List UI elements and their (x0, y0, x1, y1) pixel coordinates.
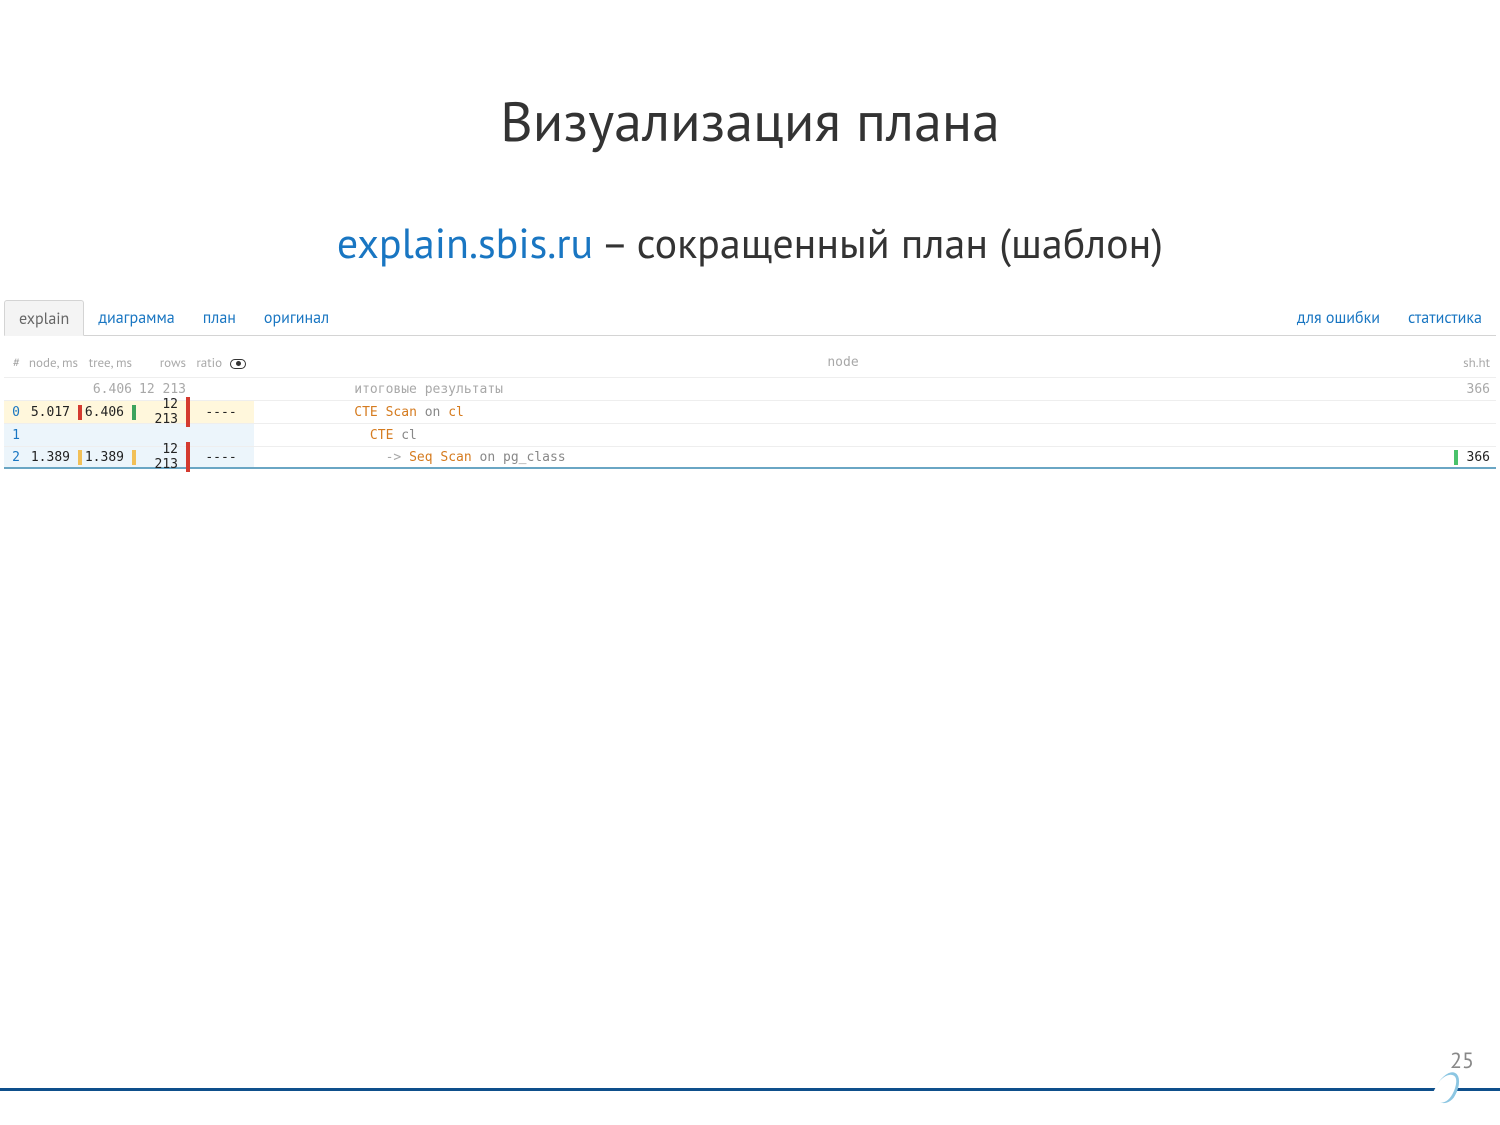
subtitle-link[interactable]: explain.sbis.ru (337, 215, 593, 270)
eye-icon[interactable] (230, 359, 246, 369)
th-node-ms: node, ms (22, 354, 82, 371)
tab-bar: explain диаграмма план оригинал для ошиб… (4, 300, 1496, 336)
th-ratio: ratio (190, 354, 246, 371)
table-header: # node, ms tree, ms rows ratio node sh.h… (4, 350, 1496, 377)
th-rows: rows (136, 354, 190, 371)
table-row[interactable]: 1 CTE cl (4, 423, 1496, 446)
explain-panel: explain диаграмма план оригинал для ошиб… (4, 300, 1496, 469)
page-number: 25 (1450, 1047, 1474, 1075)
tab-plan[interactable]: план (189, 300, 250, 335)
node-cell: -> Seq Scan on pg_class (246, 450, 1440, 465)
table-row[interactable]: 21.3891.38912 213---- -> Seq Scan on pg_… (4, 446, 1496, 469)
slide-title: Визуализация плана (0, 85, 1500, 157)
table-row[interactable]: 05.0176.40612 213---- CTE Scan on cl (4, 400, 1496, 423)
node-cell: CTE Scan on cl (246, 405, 1440, 420)
tab-for-error[interactable]: для ошибки (1283, 300, 1394, 335)
node-cell: итоговые результаты (246, 382, 1440, 397)
tab-explain[interactable]: explain (4, 300, 84, 336)
th-node: node (246, 355, 1440, 370)
node-cell: CTE cl (246, 428, 1440, 443)
tab-statistics[interactable]: статистика (1394, 300, 1496, 335)
th-tree-ms: tree, ms (82, 354, 136, 371)
footer-divider (0, 1088, 1500, 1091)
tab-original[interactable]: оригинал (250, 300, 343, 335)
subtitle-rest: – сокращенный план (шаблон) (593, 215, 1163, 270)
th-index: # (4, 354, 22, 371)
table-row[interactable]: 6.40612 213 итоговые результаты366 (4, 377, 1496, 400)
slide-subtitle: explain.sbis.ru – сокращенный план (шабл… (0, 215, 1500, 270)
th-sh-ht: sh.ht (1440, 354, 1496, 371)
tab-diagram[interactable]: диаграмма (84, 300, 188, 335)
table-body: 6.40612 213 итоговые результаты36605.017… (4, 377, 1496, 469)
